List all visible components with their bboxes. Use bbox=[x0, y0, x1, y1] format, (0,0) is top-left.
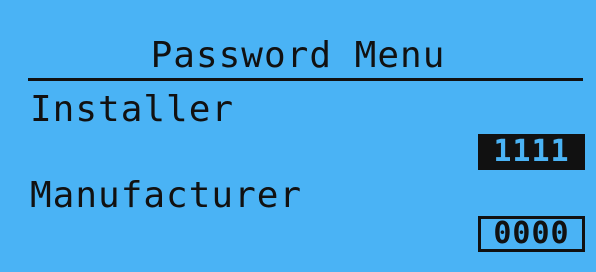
lcd-screen: Password Menu Installer 1111 Manufacture… bbox=[0, 0, 596, 272]
installer-password-field[interactable]: 1111 bbox=[478, 134, 585, 170]
title-divider bbox=[28, 78, 583, 81]
menu-title: Password Menu bbox=[150, 35, 446, 76]
manufacturer-label: Manufacturer bbox=[30, 175, 303, 216]
manufacturer-password-field[interactable]: 0000 bbox=[478, 216, 585, 252]
installer-label: Installer bbox=[30, 89, 235, 130]
